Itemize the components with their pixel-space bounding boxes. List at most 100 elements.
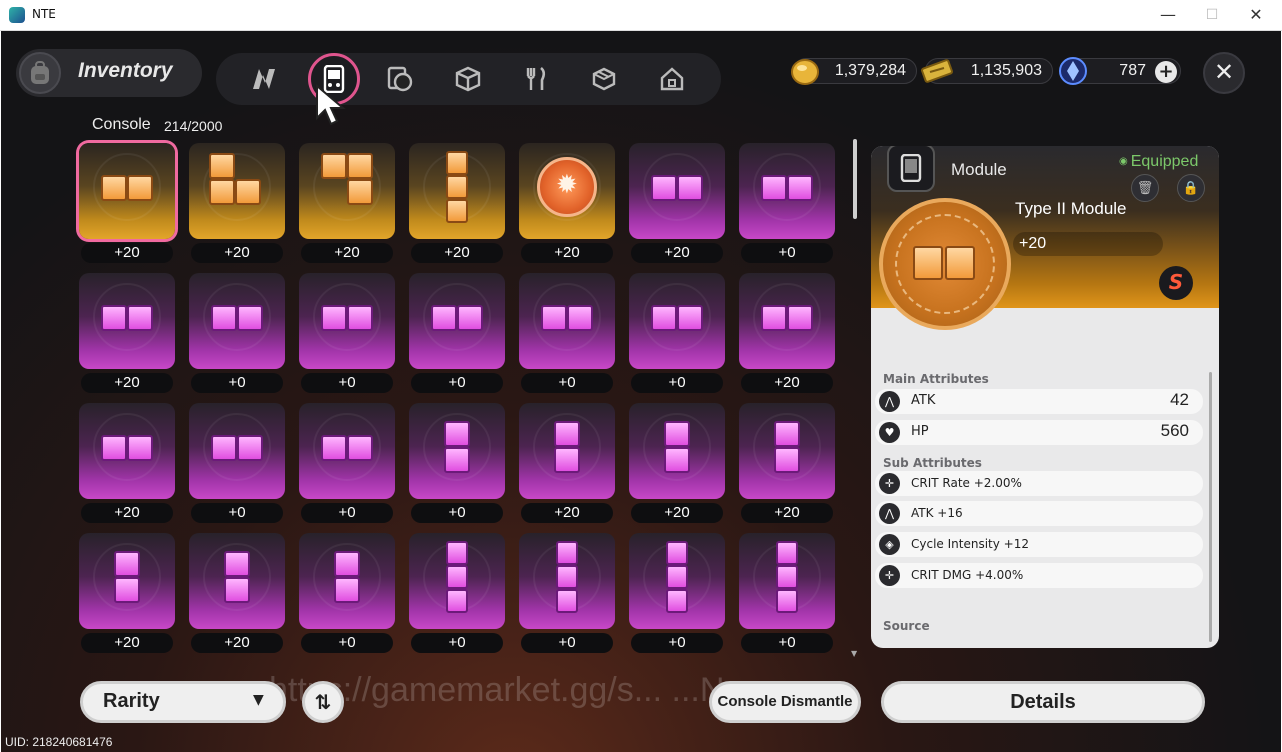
- inventory-item[interactable]: +20: [519, 403, 615, 523]
- sub-attribute-text: Cycle Intensity +12: [911, 537, 1029, 551]
- add-currency-button[interactable]: +: [1155, 61, 1177, 83]
- module-block-icon: [334, 577, 360, 603]
- item-card: [299, 143, 395, 239]
- module-block-icon: [235, 179, 261, 205]
- close-inventory-button[interactable]: ✕: [1203, 52, 1245, 94]
- inventory-item[interactable]: +20: [79, 403, 175, 523]
- attribute-value: 42: [1170, 390, 1189, 409]
- inventory-item[interactable]: +0: [299, 273, 395, 393]
- module-block-icon: [556, 589, 578, 613]
- inventory-item[interactable]: +0: [189, 273, 285, 393]
- inventory-item[interactable]: +0: [739, 533, 835, 653]
- user-id: UID: 218240681476: [5, 735, 113, 749]
- set-badge-icon[interactable]: S: [1159, 266, 1193, 300]
- home-icon[interactable]: [652, 59, 692, 99]
- n-logo-icon[interactable]: [244, 59, 284, 99]
- item-card: [519, 273, 615, 369]
- inventory-item[interactable]: +20: [189, 533, 285, 653]
- inventory-item[interactable]: +0: [409, 403, 505, 523]
- inventory-item[interactable]: +20: [79, 143, 175, 263]
- details-button[interactable]: Details: [881, 681, 1205, 723]
- item-level: +0: [301, 633, 393, 653]
- item-grid: +20 +20 +20 +20 +20 +20 +0 +20 +0 +0 +0 +0 +0 +20 +20 +…: [79, 143, 839, 663]
- minimize-button[interactable]: —: [1153, 4, 1183, 26]
- module-block-icon: [101, 305, 127, 331]
- item-level: +20: [741, 373, 833, 393]
- module-block-icon: [444, 447, 470, 473]
- item-level: +20: [81, 373, 173, 393]
- module-block-icon: [664, 421, 690, 447]
- item-level: +0: [301, 373, 393, 393]
- medal-icon: [537, 157, 597, 217]
- box-icon[interactable]: [584, 59, 624, 99]
- inventory-item[interactable]: +0: [299, 533, 395, 653]
- module-block-icon: [651, 305, 677, 331]
- sub-attribute-row: ✛ CRIT Rate +2.00%: [875, 471, 1203, 496]
- item-level: +0: [521, 373, 613, 393]
- backpack-icon[interactable]: [19, 52, 61, 94]
- inventory-item[interactable]: +0: [189, 403, 285, 523]
- module-block-icon: [237, 305, 263, 331]
- inventory-item[interactable]: +20: [189, 143, 285, 263]
- ticket-amount: 1,135,903: [970, 62, 1042, 79]
- inventory-item[interactable]: +20: [739, 273, 835, 393]
- item-card: [629, 403, 725, 499]
- module-block-icon: [209, 153, 235, 179]
- item-level: +0: [411, 633, 503, 653]
- console-dismantle-button[interactable]: Console Dismantle: [709, 681, 861, 723]
- mouse-cursor-icon: [316, 84, 346, 126]
- detail-header: Module Equipped 🗑 🔒 Type II Module +20 S: [871, 146, 1219, 330]
- module-block-icon: [127, 175, 153, 201]
- inventory-item[interactable]: +20: [739, 403, 835, 523]
- module-block-icon: [347, 305, 373, 331]
- inventory-item[interactable]: +0: [519, 533, 615, 653]
- scroll-down-icon[interactable]: ▼: [851, 649, 857, 658]
- item-card: [519, 533, 615, 629]
- module-block-icon: [446, 541, 468, 565]
- inventory-item[interactable]: +0: [629, 273, 725, 393]
- inventory-item[interactable]: +0: [629, 533, 725, 653]
- detail-category: Module: [951, 160, 1007, 179]
- item-level: +20: [631, 503, 723, 523]
- sort-order-button[interactable]: ⇅: [302, 681, 344, 723]
- detail-scrollbar[interactable]: [1209, 372, 1212, 642]
- maximize-button[interactable]: ☐: [1197, 4, 1227, 26]
- item-card: [629, 533, 725, 629]
- inventory-item[interactable]: +0: [409, 273, 505, 393]
- inventory-item[interactable]: +0: [739, 143, 835, 263]
- item-card: [299, 533, 395, 629]
- module-block-icon: [101, 175, 127, 201]
- sub-attribute-text: CRIT Rate +2.00%: [911, 476, 1022, 490]
- inventory-item[interactable]: +0: [409, 533, 505, 653]
- item-level: +20: [521, 243, 613, 263]
- main-attribute-atk: ⋀ ATK 42: [875, 389, 1203, 414]
- disc-icon[interactable]: [380, 59, 420, 99]
- item-card: [519, 403, 615, 499]
- item-card: [299, 273, 395, 369]
- attribute-name: ATK: [911, 393, 936, 408]
- close-window-button[interactable]: ✕: [1241, 4, 1271, 26]
- module-block-icon: [446, 565, 468, 589]
- rarity-sort-dropdown[interactable]: Rarity ▼: [80, 681, 286, 723]
- inventory-item[interactable]: +20: [299, 143, 395, 263]
- inventory-item[interactable]: +0: [519, 273, 615, 393]
- cube-icon[interactable]: [448, 59, 488, 99]
- inventory-item[interactable]: +20: [519, 143, 615, 263]
- sub-attribute-text: ATK +16: [911, 506, 963, 520]
- grid-scrollbar[interactable]: [853, 139, 857, 219]
- category-tabs: [216, 53, 721, 105]
- gold-coin-icon: [791, 59, 819, 85]
- lock-icon[interactable]: 🔒: [1177, 174, 1205, 202]
- inventory-item[interactable]: +20: [629, 403, 725, 523]
- attribute-value: 560: [1160, 421, 1189, 440]
- item-level: +20: [81, 633, 173, 653]
- trash-icon[interactable]: 🗑: [1131, 174, 1159, 202]
- hp-icon: ♥: [879, 422, 900, 443]
- inventory-item[interactable]: +20: [409, 143, 505, 263]
- inventory-item[interactable]: +20: [79, 533, 175, 653]
- inventory-item[interactable]: +0: [299, 403, 395, 523]
- app-icon: [9, 7, 25, 23]
- inventory-item[interactable]: +20: [79, 273, 175, 393]
- utensils-icon[interactable]: [516, 59, 556, 99]
- inventory-item[interactable]: +20: [629, 143, 725, 263]
